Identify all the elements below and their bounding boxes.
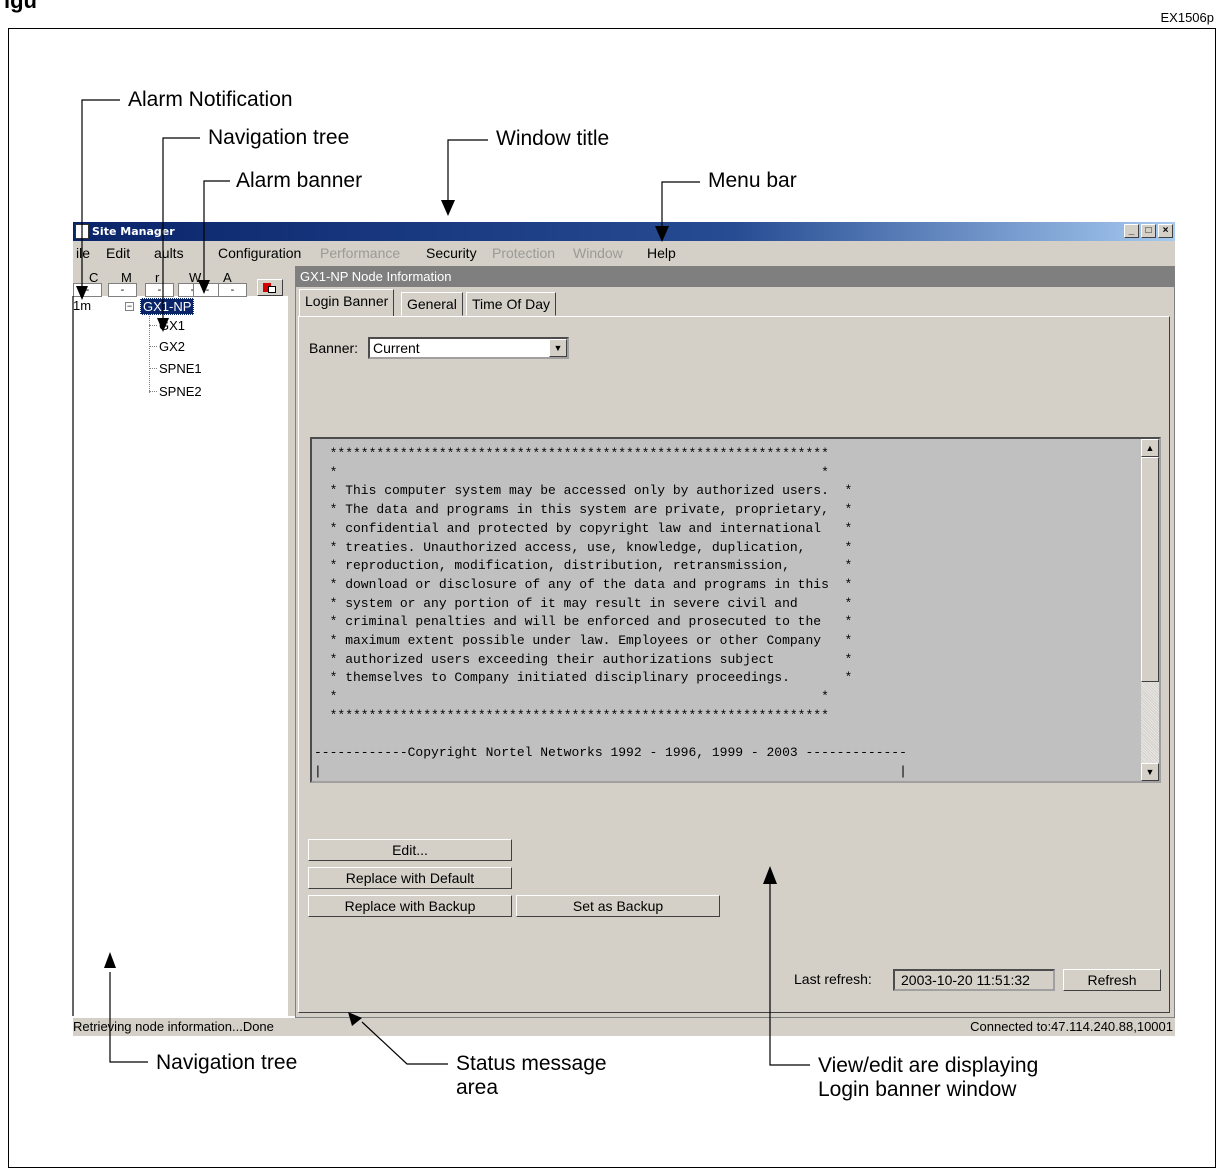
arrowhead bbox=[104, 952, 116, 968]
callout-leader-lines bbox=[72, 99, 810, 1066]
arrowhead bbox=[348, 1012, 362, 1026]
arrowhead bbox=[198, 280, 210, 294]
leader-menu-bar bbox=[661, 181, 700, 240]
leader-navigation-tree-top bbox=[162, 137, 200, 330]
leader-navigation-tree-bottom bbox=[109, 972, 148, 1063]
leader-status-message bbox=[361, 1021, 448, 1065]
arrowhead bbox=[763, 866, 777, 884]
arrowhead bbox=[441, 200, 455, 216]
leader-alarm-banner bbox=[203, 180, 230, 292]
arrowhead bbox=[76, 286, 88, 300]
arrowhead bbox=[655, 226, 669, 242]
leader-view-edit bbox=[769, 880, 810, 1066]
arrowhead bbox=[157, 318, 169, 332]
leader-alarm-notification bbox=[81, 99, 120, 296]
